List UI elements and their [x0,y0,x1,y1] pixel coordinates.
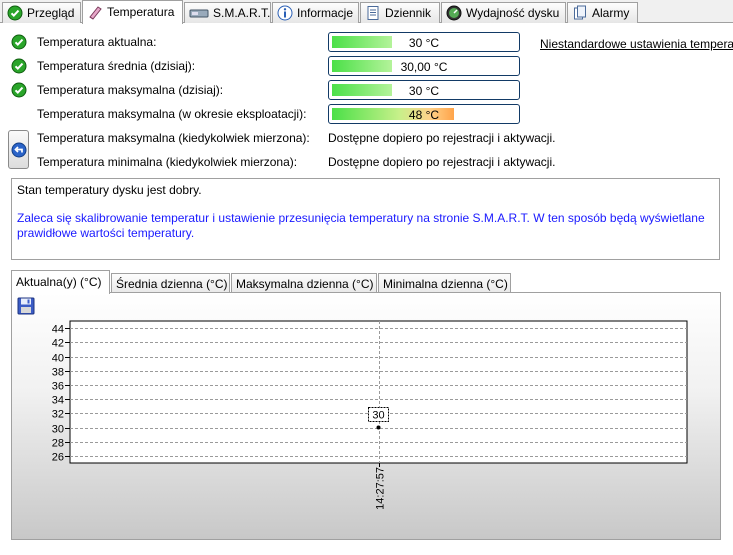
max-ever-temp-value: Dostępne dopiero po rejestracji i aktywa… [328,131,556,145]
calibration-advice: Zaleca się skalibrowanie temperatur i us… [17,211,705,240]
max-life-temp-bar: 48 °C [328,104,520,124]
max-today-temp-label: Temperatura maksymalna (dzisiaj): [37,83,224,97]
temperature-chart: 26 28 30 32 34 36 38 40 42 44 14:27:57 30 [52,320,688,510]
thermometer-icon [87,4,103,20]
row-avg-temp: Temperatura średnia (dzisiaj): 30,00 °C [0,56,733,76]
max-life-temp-label: Temperatura maksymalna (w okresie eksplo… [37,107,307,121]
custom-temp-settings-link[interactable]: Niestandardowe ustawienia tempera [540,37,733,51]
chart-tab-bar: Aktualna(y) (°C) Średnia dzienna (°C) Ma… [11,270,721,294]
tab-daily-min-chart[interactable]: Minimalna dzienna (°C) [378,273,511,293]
avg-temp-label: Temperatura średnia (dzisiaj): [37,59,196,73]
status-ok-icon [11,34,27,50]
tab-label: Informacje [297,6,354,20]
y-tick-label: 28 [52,438,64,450]
current-temp-label: Temperatura aktualna: [37,35,157,49]
current-temp-bar: 30 °C [328,32,520,52]
min-ever-temp-value: Dostępne dopiero po rejestracji i aktywa… [328,155,556,169]
ok-check-icon [7,5,23,21]
avg-temp-value: 30,00 °C [400,60,448,74]
tab-daily-average-chart[interactable]: Średnia dzienna (°C) [111,273,230,293]
y-tick-label: 36 [52,381,64,393]
info-icon [277,5,293,21]
main-tab-bar: Przegląd Temperatura S.M.A.R.T. Informac… [0,0,733,24]
status-message: Stan temperatury dysku jest dobry. [17,183,202,197]
avg-temp-bar: 30,00 °C [328,56,520,76]
tab-wydajnosc[interactable]: Wydajność dysku [441,2,566,23]
tab-informacje[interactable]: Informacje [272,2,359,23]
tab-dziennik[interactable]: Dziennik [360,2,440,23]
status-ok-icon [11,58,27,74]
tab-current-chart[interactable]: Aktualna(y) (°C) [11,270,110,294]
alarm-document-icon [572,5,588,21]
y-tick-label: 30 [52,424,64,436]
log-document-icon [365,5,381,21]
y-tick-label: 34 [52,395,64,407]
y-tick-label: 26 [52,452,64,464]
current-temp-value: 30 °C [408,36,440,50]
status-message-box: Stan temperatury dysku jest dobry. Zalec… [11,178,720,260]
max-ever-temp-label: Temperatura maksymalna (kiedykolwiek mie… [37,131,310,145]
tab-label: Dziennik [385,6,432,20]
y-tick-label: 42 [52,338,64,350]
tab-temperatura[interactable]: Temperatura [82,0,183,24]
tab-label: Temperatura [107,4,175,19]
tab-label: Alarmy [592,6,630,20]
max-today-temp-bar: 30 °C [328,80,520,100]
y-tick-label: 38 [52,367,64,379]
y-tick-label: 32 [52,409,64,421]
x-tick-label: 14:27:57 [375,467,387,510]
data-point [376,425,381,430]
tab-przeglad[interactable]: Przegląd [2,2,81,23]
tab-smart[interactable]: S.M.A.R.T. [184,2,271,23]
max-today-temp-value: 30 °C [408,84,440,98]
y-tick-label: 40 [52,353,64,365]
min-ever-temp-label: Temperatura minimalna (kiedykolwiek mier… [37,155,298,169]
row-max-ever-temp: Temperatura maksymalna (kiedykolwiek mie… [0,128,733,148]
tab-daily-max-chart[interactable]: Maksymalna dzienna (°C) [231,273,377,293]
smart-drive-icon [189,5,209,21]
max-life-temp-value: 48 °C [408,108,440,122]
data-label: 30 [372,410,384,422]
row-min-ever-temp: Temperatura minimalna (kiedykolwiek mier… [0,152,733,172]
tab-label: Przegląd [27,6,75,20]
y-tick-label: 44 [52,324,64,336]
tab-label: S.M.A.R.T. [213,6,271,20]
row-max-life-temp: Temperatura maksymalna (w okresie eksplo… [0,104,733,124]
row-max-today-temp: Temperatura maksymalna (dzisiaj): 30 °C [0,80,733,100]
status-ok-icon [11,82,27,98]
speedometer-icon [446,5,462,21]
tab-alarmy[interactable]: Alarmy [567,2,638,23]
tab-label: Wydajność dysku [466,6,560,20]
